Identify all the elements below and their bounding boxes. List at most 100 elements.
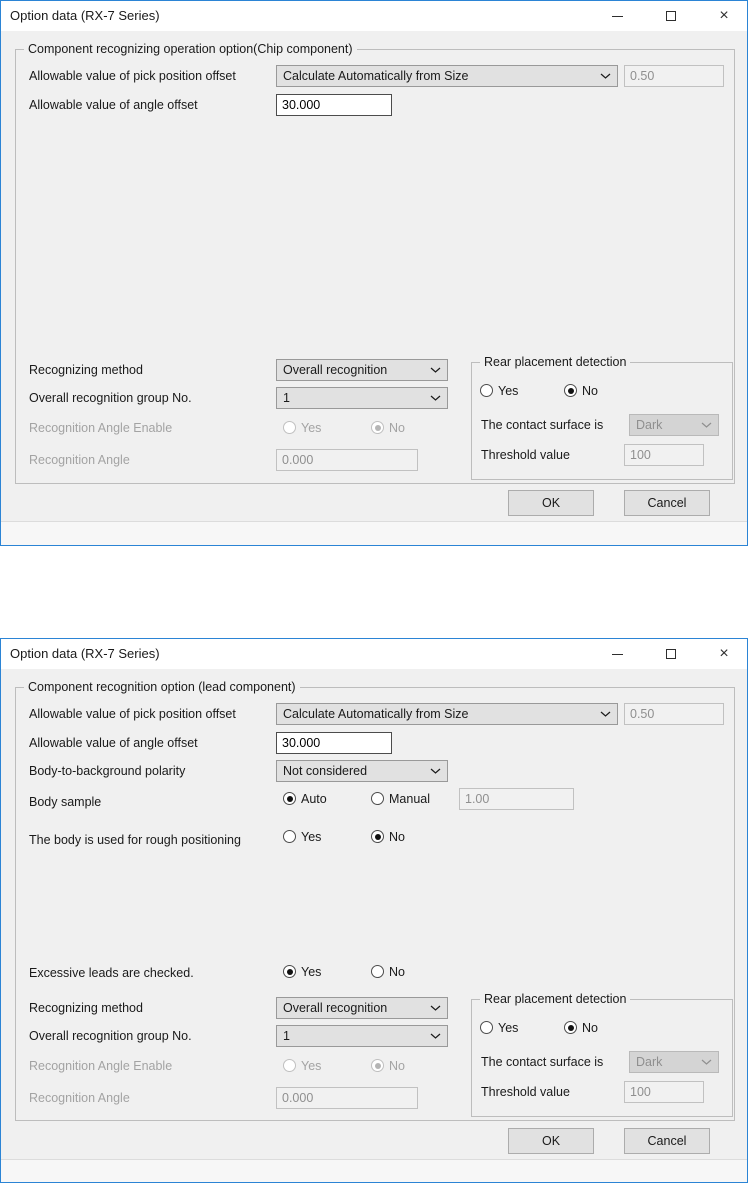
angle-offset-label: Allowable value of angle offset: [29, 98, 198, 112]
chevron-down-icon: [600, 73, 611, 80]
recognition-angle-label: Recognition Angle: [29, 1091, 130, 1105]
group-title: Rear placement detection: [480, 355, 631, 370]
selected-value: Dark: [636, 1055, 663, 1069]
body-sample-auto-radio[interactable]: [283, 792, 296, 805]
title-bar[interactable]: Option data (RX-7 Series) ×: [1, 639, 747, 669]
overall-recognition-group-select[interactable]: 1: [276, 387, 448, 409]
footer-band: [1, 1160, 747, 1182]
selected-value: 1: [283, 1029, 290, 1043]
recognizing-method-label: Recognizing method: [29, 363, 143, 377]
rough-positioning-yes-radio[interactable]: [283, 830, 296, 843]
close-icon: ×: [719, 645, 729, 662]
yes-label: Yes: [498, 384, 519, 398]
pick-position-offset-label: Allowable value of pick position offset: [29, 707, 236, 721]
option-data-dialog-lead: Option data (RX-7 Series) × Component re…: [0, 638, 748, 1183]
contact-surface-select: Dark: [629, 414, 719, 436]
no-label: No: [582, 1021, 598, 1035]
excessive-leads-no-radio[interactable]: [371, 965, 384, 978]
recognizing-method-label: Recognizing method: [29, 1001, 143, 1015]
maximize-icon: [666, 649, 676, 659]
selected-value: 1: [283, 391, 290, 405]
no-label: No: [389, 1059, 405, 1073]
pick-position-offset-select[interactable]: Calculate Automatically from Size: [276, 65, 618, 87]
pick-offset-tolerance-input: [624, 703, 724, 725]
recognizing-method-select[interactable]: Overall recognition: [276, 359, 448, 381]
yes-label: Yes: [301, 965, 322, 979]
selected-value: Calculate Automatically from Size: [283, 69, 469, 83]
recognizing-method-select[interactable]: Overall recognition: [276, 997, 448, 1019]
threshold-value-input: [624, 1081, 704, 1103]
selected-value: Overall recognition: [283, 363, 388, 377]
overall-recognition-group-label: Overall recognition group No.: [29, 1029, 192, 1043]
angle-offset-input[interactable]: [276, 732, 392, 754]
body-sample-manual-radio[interactable]: [371, 792, 384, 805]
polarity-label: Body-to-background polarity: [29, 764, 186, 778]
rear-detection-no-radio[interactable]: [564, 1021, 577, 1034]
no-label: No: [582, 384, 598, 398]
cancel-button[interactable]: Cancel: [624, 1128, 710, 1154]
yes-label: Yes: [301, 421, 322, 435]
no-label: No: [389, 421, 405, 435]
contact-surface-select: Dark: [629, 1051, 719, 1073]
yes-label: Yes: [301, 830, 322, 844]
rear-detection-yes-radio[interactable]: [480, 1021, 493, 1034]
contact-surface-label: The contact surface is: [481, 418, 604, 432]
group-title: Component recognizing operation option(C…: [24, 42, 357, 57]
contact-surface-label: The contact surface is: [481, 1055, 604, 1069]
excessive-leads-label: Excessive leads are checked.: [29, 966, 194, 980]
recognition-angle-enable-yes-radio: [283, 421, 296, 434]
title-bar[interactable]: Option data (RX-7 Series) ×: [1, 1, 747, 31]
minimize-icon: [611, 653, 623, 655]
threshold-value-input: [624, 444, 704, 466]
recognition-angle-enable-no-radio: [371, 1059, 384, 1072]
rear-detection-yes-radio[interactable]: [480, 384, 493, 397]
minimize-icon: [611, 15, 623, 17]
auto-label: Auto: [301, 792, 327, 806]
chevron-down-icon: [430, 1005, 441, 1012]
chevron-down-icon: [430, 768, 441, 775]
close-button[interactable]: ×: [701, 1, 747, 31]
window-title: Option data (RX-7 Series): [10, 646, 160, 661]
threshold-value-label: Threshold value: [481, 1085, 570, 1099]
yes-label: Yes: [301, 1059, 322, 1073]
ok-button[interactable]: OK: [508, 490, 594, 516]
maximize-button[interactable]: [648, 1, 694, 31]
chevron-down-icon: [430, 367, 441, 374]
ok-button[interactable]: OK: [508, 1128, 594, 1154]
recognition-angle-input: [276, 1087, 418, 1109]
excessive-leads-yes-radio[interactable]: [283, 965, 296, 978]
body-sample-value-input: [459, 788, 574, 810]
rear-detection-no-radio[interactable]: [564, 384, 577, 397]
recognition-angle-input: [276, 449, 418, 471]
pick-offset-tolerance-input: [624, 65, 724, 87]
maximize-button[interactable]: [648, 639, 694, 669]
recognition-angle-enable-yes-radio: [283, 1059, 296, 1072]
overall-recognition-group-select[interactable]: 1: [276, 1025, 448, 1047]
minimize-button[interactable]: [594, 1, 640, 31]
chevron-down-icon: [430, 1033, 441, 1040]
threshold-value-label: Threshold value: [481, 448, 570, 462]
polarity-select[interactable]: Not considered: [276, 760, 448, 782]
chevron-down-icon: [600, 711, 611, 718]
body-sample-label: Body sample: [29, 795, 102, 809]
manual-label: Manual: [389, 792, 430, 806]
rough-positioning-label: The body is used for rough positioning: [29, 833, 241, 847]
angle-offset-input[interactable]: [276, 94, 392, 116]
selected-value: Calculate Automatically from Size: [283, 707, 469, 721]
cancel-button[interactable]: Cancel: [624, 490, 710, 516]
pick-position-offset-select[interactable]: Calculate Automatically from Size: [276, 703, 618, 725]
selected-value: Overall recognition: [283, 1001, 388, 1015]
rough-positioning-no-radio[interactable]: [371, 830, 384, 843]
group-title: Component recognition option (lead compo…: [24, 680, 300, 695]
group-title: Rear placement detection: [480, 992, 631, 1007]
minimize-button[interactable]: [594, 639, 640, 669]
window-title: Option data (RX-7 Series): [10, 8, 160, 23]
no-label: No: [389, 965, 405, 979]
angle-offset-label: Allowable value of angle offset: [29, 736, 198, 750]
recognition-angle-enable-label: Recognition Angle Enable: [29, 421, 173, 435]
yes-label: Yes: [498, 1021, 519, 1035]
chevron-down-icon: [701, 1059, 712, 1066]
close-button[interactable]: ×: [701, 639, 747, 669]
pick-position-offset-label: Allowable value of pick position offset: [29, 69, 236, 83]
recognition-angle-enable-label: Recognition Angle Enable: [29, 1059, 173, 1073]
